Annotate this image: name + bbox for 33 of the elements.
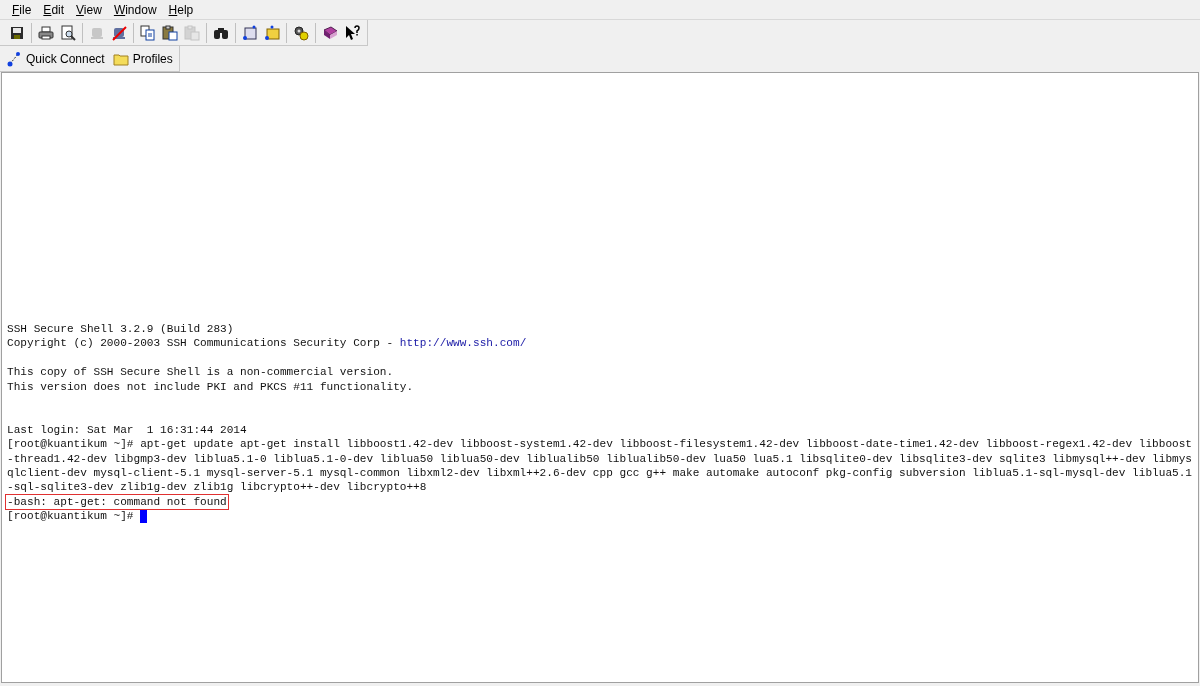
terminal-line: -sql-sqlite3-dev zlib1g-dev zlib1g libcrypto++-dev libcrypto++8 (7, 480, 427, 495)
paste-icon (184, 24, 200, 41)
terminal-line: -thread1.42-dev libgmp3-dev liblua5.1-0 liblua5.1-0-dev liblua50 liblua50-dev liblualib50 liblualib50-dev lua50 lua5.1 libsqlite0-dev libsqlite3-dev sqlite3 libmysql++-dev libmys (7, 451, 1192, 466)
error-message: -bash: apt-get: command not found (5, 493, 229, 511)
menu-item[interactable]: View (70, 0, 108, 19)
menu-item[interactable]: Window (107, 0, 163, 19)
terminal-line: Last login: Sat Mar 1 16:31:44 2014 (7, 422, 247, 438)
quick-connect-button[interactable]: Quick Connect (6, 49, 105, 68)
terminal-line: Copyright (c) 2000-2003 SSH Communications Security Corp - (7, 336, 395, 351)
paste-icon (162, 24, 178, 41)
copy-icon (140, 24, 156, 41)
print-preview-icon (60, 24, 76, 41)
terminal-window-icon (242, 24, 258, 41)
menu-item[interactable]: Edit (37, 0, 71, 19)
terminal-line: qlclient-dev mysql-client-5.1 mysql-server-5.1 mysql-common libxml2-dev libxml++2.6-dev cpp gcc g++ make automake autoconf pkg-config subversion liblua5.1-sql-mysql-dev liblua5.1 (7, 465, 1192, 481)
menu-item[interactable]: File (6, 0, 38, 19)
link[interactable]: http://www.ssh.com/ (399, 336, 527, 351)
printer-icon (38, 24, 54, 41)
terminal-line: [root@kuantikum ~]# apt-get update apt-get install libboost1.42-dev libboost-system1.42-dev libboost-filesystem1.42-dev libboost-date-time1.42-dev libboost-regex1.42-dev libboost (7, 437, 1192, 452)
gears-icon (293, 24, 309, 41)
menu-item[interactable]: Help (162, 0, 200, 19)
prompt: [root@kuantikum ~]# (7, 509, 135, 524)
profiles-button[interactable]: Profiles (112, 49, 173, 68)
terminal-line: SSH Secure Shell 3.2.9 (Build 283) (7, 322, 234, 337)
folder-window-icon (264, 24, 280, 41)
pointer-question-icon (344, 24, 360, 41)
terminal-line: This version does not include PKI and PKCS #11 functionality. (7, 379, 414, 394)
terminal-panel[interactable] (1, 72, 1199, 683)
cursor (140, 509, 148, 523)
connect-icon (6, 50, 22, 67)
computer-crossed-icon (111, 24, 127, 41)
save-icon (9, 24, 25, 41)
terminal-line: This copy of SSH Secure Shell is a non-commercial version. (7, 365, 394, 380)
